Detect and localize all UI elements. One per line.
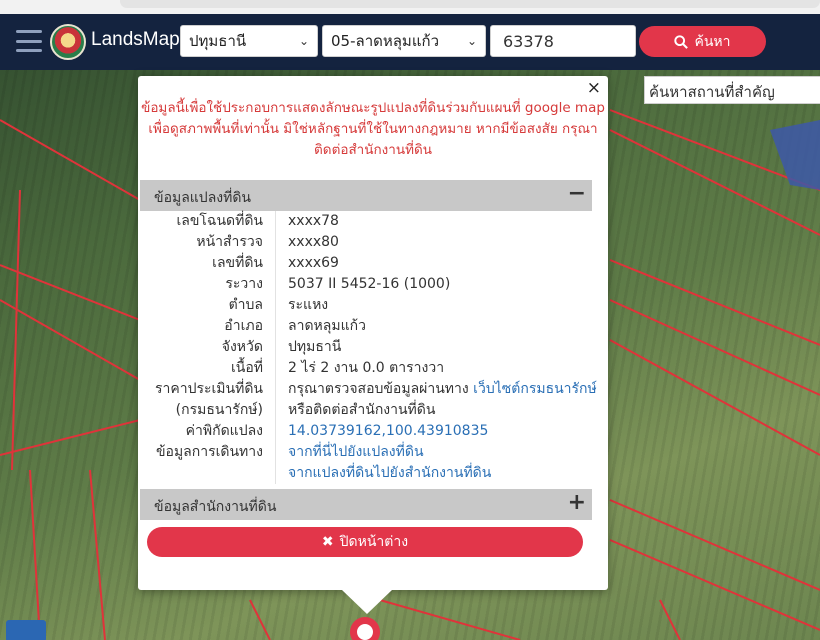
map-pin-icon[interactable] [350, 617, 380, 640]
table-row: จังหวัด ปทุมธานี [140, 337, 592, 358]
legal-warning: ข้อมูลนี้เพื่อใช้ประกอบการแสดงลักษณะรูปแ… [141, 100, 605, 158]
close-window-button[interactable]: ✖ ปิดหน้าต่าง [147, 527, 583, 557]
land-section-title: ข้อมูลแปลงที่ดิน [154, 190, 252, 206]
seal-logo [50, 24, 86, 60]
search-icon [674, 34, 689, 49]
popup-pointer [342, 590, 392, 614]
table-row: จากแปลงที่ดินไปยังสำนักงานที่ดิน [140, 463, 592, 484]
field-value: 2 ไร่ 2 งาน 0.0 ตารางวา [275, 358, 592, 379]
close-window-label: ปิดหน้าต่าง [339, 534, 409, 550]
office-section-title: ข้อมูลสำนักงานที่ดิน [154, 499, 277, 515]
minus-icon[interactable]: − [568, 181, 586, 206]
plus-icon[interactable]: + [568, 490, 586, 515]
field-label: ระวาง [225, 276, 263, 292]
field-value: 14.03739162,100.43910835 [275, 421, 592, 442]
district-select[interactable]: 05-ลาดหลุมแก้ว ⌄ [322, 25, 486, 57]
parcel-number-value: 63378 [503, 31, 554, 51]
parcel-number-input[interactable]: 63378 [490, 25, 636, 57]
table-row: (กรมธนารักษ์) หรือติดต่อสำนักงานที่ดิน [140, 400, 592, 421]
place-search-placeholder: ค้นหาสถานที่สำคัญ [649, 83, 775, 101]
land-section-header[interactable]: ข้อมูลแปลงที่ดิน − [140, 180, 592, 211]
field-label: จังหวัด [221, 339, 263, 355]
field-value: 5037 II 5452-16 (1000) [275, 274, 592, 295]
table-row: ระวาง 5037 II 5452-16 (1000) [140, 274, 592, 295]
field-label: เลขโฉนดที่ดิน [176, 213, 263, 229]
parcel-info-popup: × ข้อมูลนี้เพื่อใช้ประกอบการแสดงลักษณะรู… [138, 76, 608, 590]
office-section-header[interactable]: ข้อมูลสำนักงานที่ดิน + [140, 489, 592, 520]
field-value: ลาดหลุมแก้ว [275, 316, 592, 337]
table-row: ตำบล ระแหง [140, 295, 592, 316]
field-label: เลขที่ดิน [212, 255, 263, 271]
field-value: ปทุมธานี [275, 337, 592, 358]
table-row: ค่าพิกัดแปลง 14.03739162,100.43910835 [140, 421, 592, 442]
province-select-value: ปทุมธานี [189, 32, 247, 50]
table-row: เลขโฉนดที่ดิน xxxx78 [140, 211, 592, 232]
field-label: ตำบล [228, 297, 263, 313]
field-label: ข้อมูลการเดินทาง [155, 444, 263, 460]
field-label: เนื้อที่ [231, 360, 263, 376]
field-label [140, 463, 275, 484]
times-icon: ✖ [321, 534, 334, 550]
field-value: จากที่นี่ไปยังแปลงที่ดิน [275, 442, 592, 463]
table-row: อำเภอ ลาดหลุมแก้ว [140, 316, 592, 337]
chevron-down-icon: ⌄ [298, 34, 309, 48]
search-button-label: ค้นหา [694, 33, 731, 50]
field-label: ค่าพิกัดแปลง [185, 423, 263, 439]
table-row: ราคาประเมินที่ดิน กรุณาตรวจสอบข้อมูลผ่าน… [140, 379, 597, 400]
table-row: ข้อมูลการเดินทาง จากที่นี่ไปยังแปลงที่ดิ… [140, 442, 592, 463]
field-label: หน้าสำรวจ [196, 234, 263, 250]
province-select[interactable]: ปทุมธานี ⌄ [180, 25, 318, 57]
field-value: xxxx69 [275, 253, 592, 274]
field-value: กรุณาตรวจสอบข้อมูลผ่านทาง เว็บไซต์กรมธนา… [275, 379, 597, 400]
field-value: หรือติดต่อสำนักงานที่ดิน [275, 400, 592, 421]
appraisal-text: กรุณาตรวจสอบข้อมูลผ่านทาง [288, 381, 469, 397]
browser-top-strip [0, 0, 820, 14]
field-label: (กรมธนารักษ์) [175, 402, 263, 418]
district-select-value: 05-ลาดหลุมแก้ว [331, 32, 439, 50]
search-button[interactable]: ค้นหา [639, 26, 766, 57]
table-row: เลขที่ดิน xxxx69 [140, 253, 592, 274]
directions-to-parcel-link[interactable]: จากที่นี่ไปยังแปลงที่ดิน [288, 444, 424, 460]
field-value: xxxx80 [275, 232, 592, 253]
place-search-input[interactable]: ค้นหาสถานที่สำคัญ [644, 76, 820, 104]
brand-name: LandsMaps [91, 29, 190, 50]
field-label: ราคาประเมินที่ดิน [154, 381, 263, 397]
directions-to-office-link[interactable]: จากแปลงที่ดินไปยังสำนักงานที่ดิน [288, 465, 491, 481]
table-row: หน้าสำรวจ xxxx80 [140, 232, 592, 253]
ruler-icon[interactable] [6, 620, 46, 640]
table-row: เนื้อที่ 2 ไร่ 2 งาน 0.0 ตารางวา [140, 358, 592, 379]
treasury-website-link[interactable]: เว็บไซต์กรมธนารักษ์ [473, 381, 597, 397]
close-icon[interactable]: × [587, 78, 601, 98]
chevron-down-icon: ⌄ [466, 34, 477, 48]
coordinates-link[interactable]: 14.03739162,100.43910835 [288, 423, 488, 439]
land-info-table: เลขโฉนดที่ดิน xxxx78 หน้าสำรวจ xxxx80 เล… [140, 211, 597, 484]
field-label: อำเภอ [224, 318, 263, 334]
field-value: ระแหง [275, 295, 592, 316]
menu-icon[interactable] [16, 30, 42, 52]
field-value: xxxx78 [275, 211, 592, 232]
navbar: LandsMaps ปทุมธานี ⌄ 05-ลาดหลุมแก้ว ⌄ 63… [0, 14, 820, 70]
field-value: จากแปลงที่ดินไปยังสำนักงานที่ดิน [275, 463, 592, 484]
